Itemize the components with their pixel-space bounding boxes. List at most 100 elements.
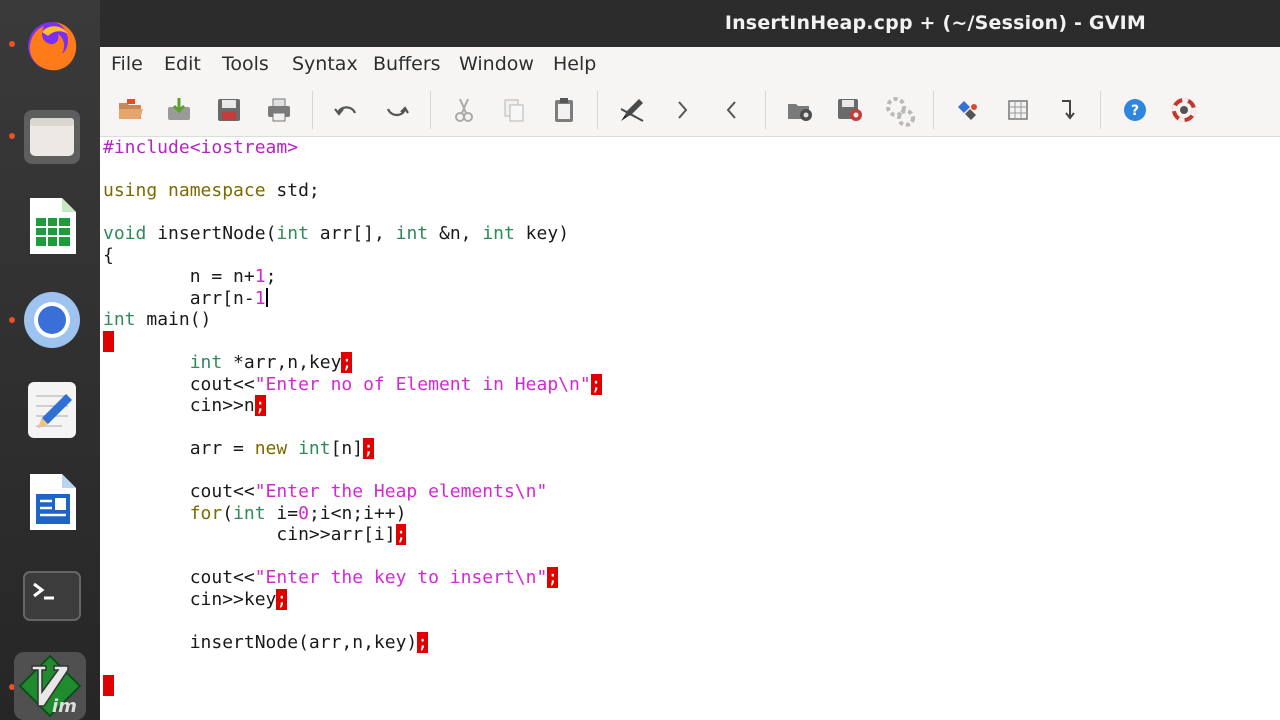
- find-help-button[interactable]: [1169, 95, 1199, 125]
- error-highlight: ;: [417, 631, 429, 653]
- error-highlight: ;: [341, 352, 353, 373]
- load-session-icon: [788, 104, 812, 121]
- save-button[interactable]: [214, 95, 244, 125]
- menu-file[interactable]: File: [111, 53, 143, 75]
- find-prev-button[interactable]: [717, 95, 747, 125]
- code-text: cin>>arr[i]: [103, 524, 396, 545]
- type-keyword: int: [395, 223, 429, 244]
- find-prev-icon: [726, 101, 736, 119]
- cut-button[interactable]: [449, 95, 479, 125]
- text-editor-launcher[interactable]: [22, 380, 82, 440]
- launcher-dock: im: [0, 0, 100, 720]
- copy-button[interactable]: [499, 95, 529, 125]
- error-highlight: ;: [276, 588, 288, 610]
- code-line-6: {: [103, 245, 602, 267]
- type-keyword: int: [482, 223, 515, 244]
- vim-icon: im: [18, 654, 82, 718]
- code-text: std;: [265, 180, 320, 201]
- menu-help[interactable]: Help: [553, 53, 596, 75]
- toolbar-separator: [597, 91, 598, 129]
- code-line-5: void insertNode(int arr[], int &n, int k…: [103, 223, 602, 245]
- keyword: new: [254, 438, 288, 459]
- preprocessor-include: #include<iostream>: [103, 137, 299, 158]
- gvim-launcher[interactable]: im: [14, 652, 86, 720]
- code-text: main(): [135, 309, 212, 330]
- print-icon: [268, 98, 290, 122]
- number-literal: 1: [254, 266, 266, 287]
- code-text: (: [222, 502, 234, 524]
- redo-button[interactable]: [382, 95, 412, 125]
- code-line-12: cout<<"Enter no of Element in Heap\n";: [103, 373, 602, 396]
- code-line-7: n = n+1;: [103, 266, 602, 288]
- writer-launcher[interactable]: [22, 472, 82, 532]
- text-editor-area[interactable]: #include<iostream> using namespace std; …: [100, 137, 1280, 720]
- toolbar-separator: [933, 91, 934, 129]
- terminal-launcher[interactable]: [22, 566, 82, 626]
- string-literal: "Enter the key to insert\n": [254, 567, 548, 588]
- make-button[interactable]: [952, 95, 982, 125]
- code-text: n = n+: [103, 266, 255, 287]
- code-line-21: cout<<"Enter the key to insert\n";: [103, 567, 602, 589]
- shell-button[interactable]: [1003, 95, 1033, 125]
- code-line-22: cin>>key;: [103, 588, 602, 611]
- code-line-11: int *arr,n,key;: [103, 352, 602, 374]
- paste-icon: [555, 98, 573, 122]
- open-icon: [119, 99, 143, 119]
- menu-tools[interactable]: Tools: [222, 53, 269, 75]
- type-keyword: void: [103, 223, 147, 244]
- find-next-icon: [678, 101, 688, 119]
- code-text: arr[n-: [103, 287, 255, 309]
- menu-edit[interactable]: Edit: [164, 53, 201, 75]
- jump-tag-button[interactable]: [1052, 95, 1082, 125]
- files-launcher[interactable]: [22, 106, 82, 166]
- toolbar-separator: [312, 91, 313, 129]
- window-titlebar[interactable]: InsertInHeap.cpp + (~/Session) - GVIM: [100, 0, 1280, 47]
- error-highlight: ;: [590, 373, 602, 395]
- load-session-button[interactable]: [785, 95, 815, 125]
- help-button[interactable]: ?: [1120, 95, 1150, 125]
- type-keyword: int: [233, 502, 266, 524]
- keyword: for: [189, 502, 223, 524]
- run-script-button[interactable]: [883, 95, 915, 127]
- error-highlight: ;: [395, 524, 407, 545]
- keyword: namespace: [168, 180, 266, 201]
- undo-button[interactable]: [331, 95, 361, 125]
- type-keyword: int: [103, 309, 136, 330]
- code-text: *arr,n,key: [222, 352, 342, 373]
- find-help-icon: [1172, 98, 1196, 122]
- firefox-launcher[interactable]: [22, 14, 82, 74]
- find-replace-button[interactable]: [617, 95, 647, 125]
- paste-button[interactable]: [549, 95, 579, 125]
- open-button[interactable]: [115, 95, 145, 125]
- calc-launcher[interactable]: [22, 196, 82, 256]
- menu-buffers[interactable]: Buffers: [373, 53, 441, 75]
- error-highlight: {: [103, 330, 114, 352]
- save-session-button[interactable]: [835, 95, 865, 125]
- menu-syntax[interactable]: Syntax: [292, 53, 358, 75]
- running-indicator: [9, 41, 15, 47]
- menu-bar: File Edit Tools Syntax Buffers Window He…: [100, 47, 1280, 83]
- save-session-icon: [838, 99, 862, 121]
- find-next-button[interactable]: [667, 95, 697, 125]
- folder-icon: [24, 110, 80, 164]
- print-button[interactable]: [264, 95, 294, 125]
- find-replace-icon: [620, 99, 644, 122]
- number-literal: 1: [254, 287, 266, 309]
- code-buffer[interactable]: #include<iostream> using namespace std; …: [103, 137, 602, 696]
- copy-icon: [504, 99, 524, 122]
- type-keyword: int: [298, 438, 331, 459]
- error-highlight: ;: [254, 395, 266, 416]
- save-download-button[interactable]: [164, 95, 194, 125]
- code-text: cin>>key: [103, 588, 277, 610]
- code-line-13: cin>>n;: [103, 395, 602, 417]
- redo-icon: [386, 106, 409, 117]
- chromium-launcher[interactable]: [22, 290, 82, 350]
- text-editor-icon: [28, 382, 76, 438]
- menu-window[interactable]: Window: [459, 53, 534, 75]
